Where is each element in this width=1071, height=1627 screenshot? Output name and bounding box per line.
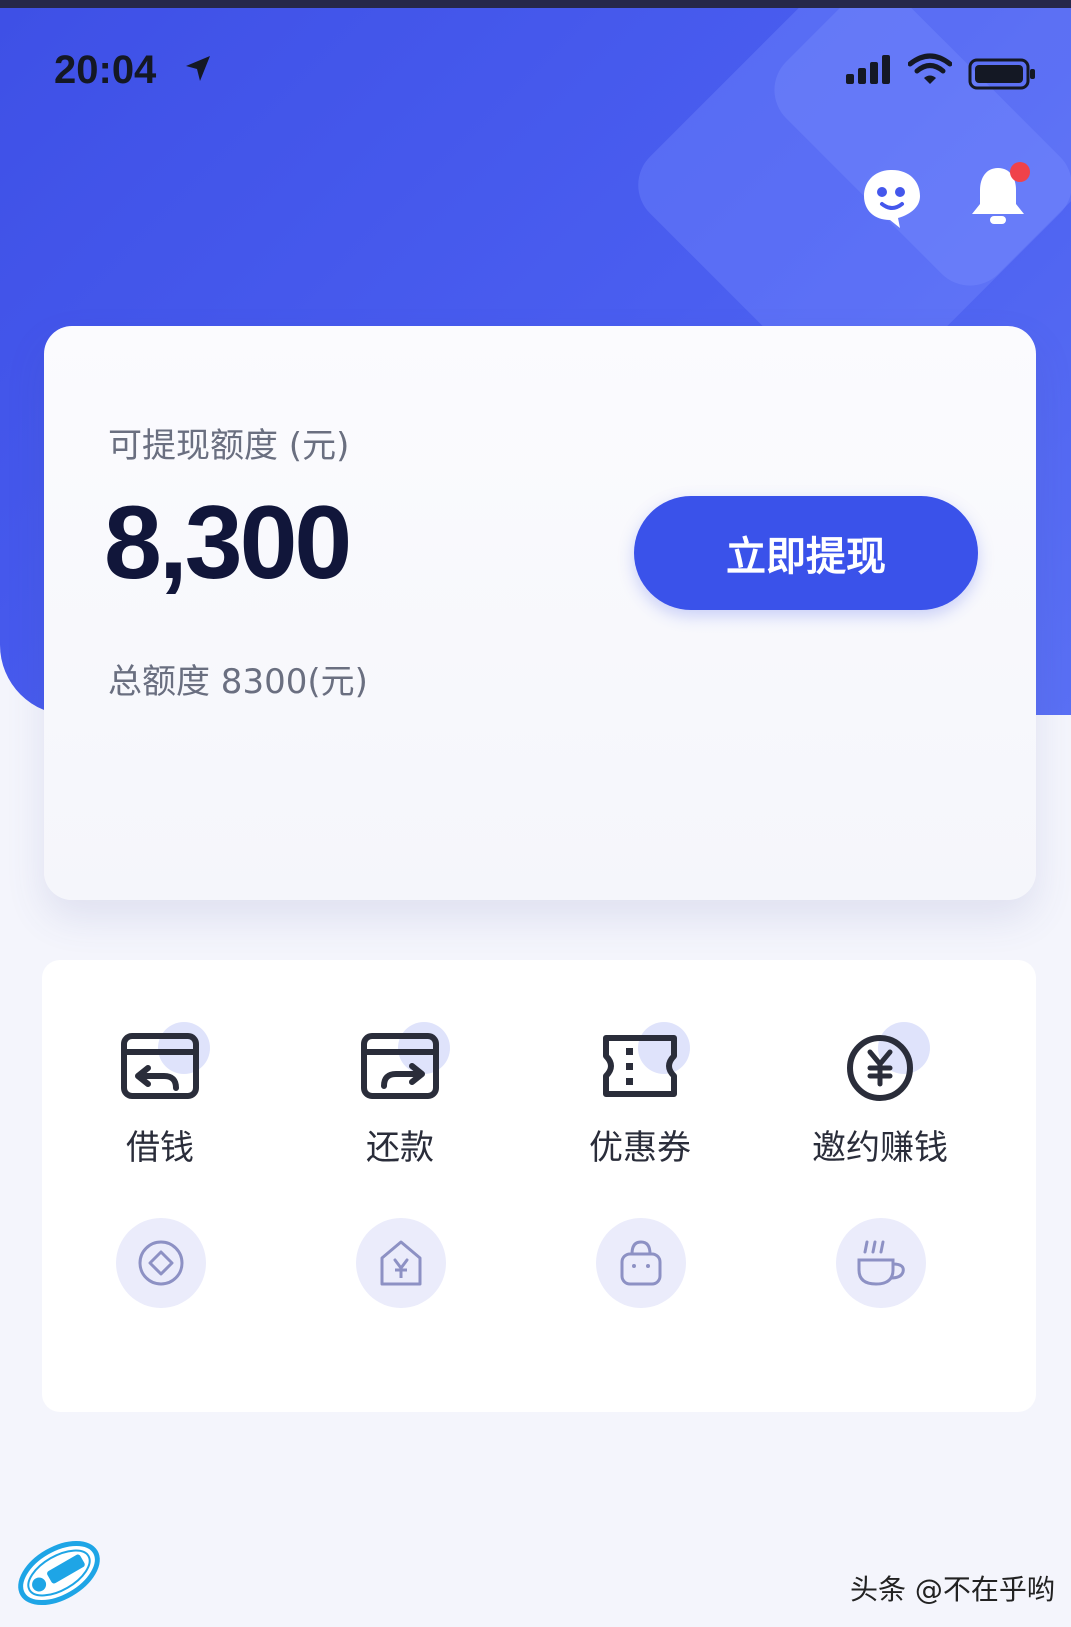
action-coupon[interactable]: 优惠券: [540, 1022, 740, 1169]
action-invite-earn[interactable]: 邀约赚钱: [780, 1022, 980, 1169]
watermark-text: 头条 @不在乎哟: [850, 1573, 1055, 1606]
notification-bell-icon[interactable]: [968, 160, 1032, 230]
repay-icon: [361, 1033, 439, 1099]
service-coffee[interactable]: [836, 1218, 926, 1308]
yuan-tag-icon: [380, 1240, 422, 1286]
service-bag[interactable]: [596, 1218, 686, 1308]
service-diamond[interactable]: [116, 1218, 206, 1308]
action-label: 还款: [366, 1128, 434, 1168]
available-amount: 8,300: [104, 485, 352, 601]
coupon-icon: [603, 1035, 677, 1097]
borrow-icon: [121, 1033, 199, 1099]
withdraw-button[interactable]: 立即提现: [634, 496, 978, 610]
action-label: 借钱: [126, 1128, 194, 1168]
wifi-icon: [908, 53, 952, 84]
status-time: 20:04: [54, 48, 157, 92]
available-amount-label: 可提现额度 (元): [108, 426, 350, 466]
bag-icon: [620, 1240, 662, 1286]
customer-service-icon[interactable]: [860, 166, 924, 230]
action-repay[interactable]: 还款: [300, 1022, 500, 1169]
invite-earn-icon: [847, 1035, 913, 1101]
notification-dot: [1010, 162, 1030, 182]
coffee-icon: [857, 1240, 905, 1286]
diamond-icon: [138, 1240, 184, 1286]
credit-card: 可提现额度 (元) 8,300 总额度 8300(元) 立即提现: [44, 326, 1036, 900]
action-label: 优惠券: [589, 1128, 691, 1168]
logo-stamp-icon: [18, 1540, 100, 1606]
location-arrow-icon: [186, 56, 210, 81]
total-limit: 总额度 8300(元): [108, 662, 368, 702]
signal-icon: [846, 55, 890, 84]
status-bar: 20:04: [0, 36, 1071, 106]
services-panel: 借钱 还款 优惠券 邀约赚钱: [42, 960, 1036, 1412]
service-yuan-tag[interactable]: [356, 1218, 446, 1308]
action-borrow[interactable]: 借钱: [60, 1022, 260, 1169]
action-label: 邀约赚钱: [812, 1128, 948, 1168]
top-edge: [0, 0, 1071, 8]
battery-icon: [968, 58, 1035, 90]
